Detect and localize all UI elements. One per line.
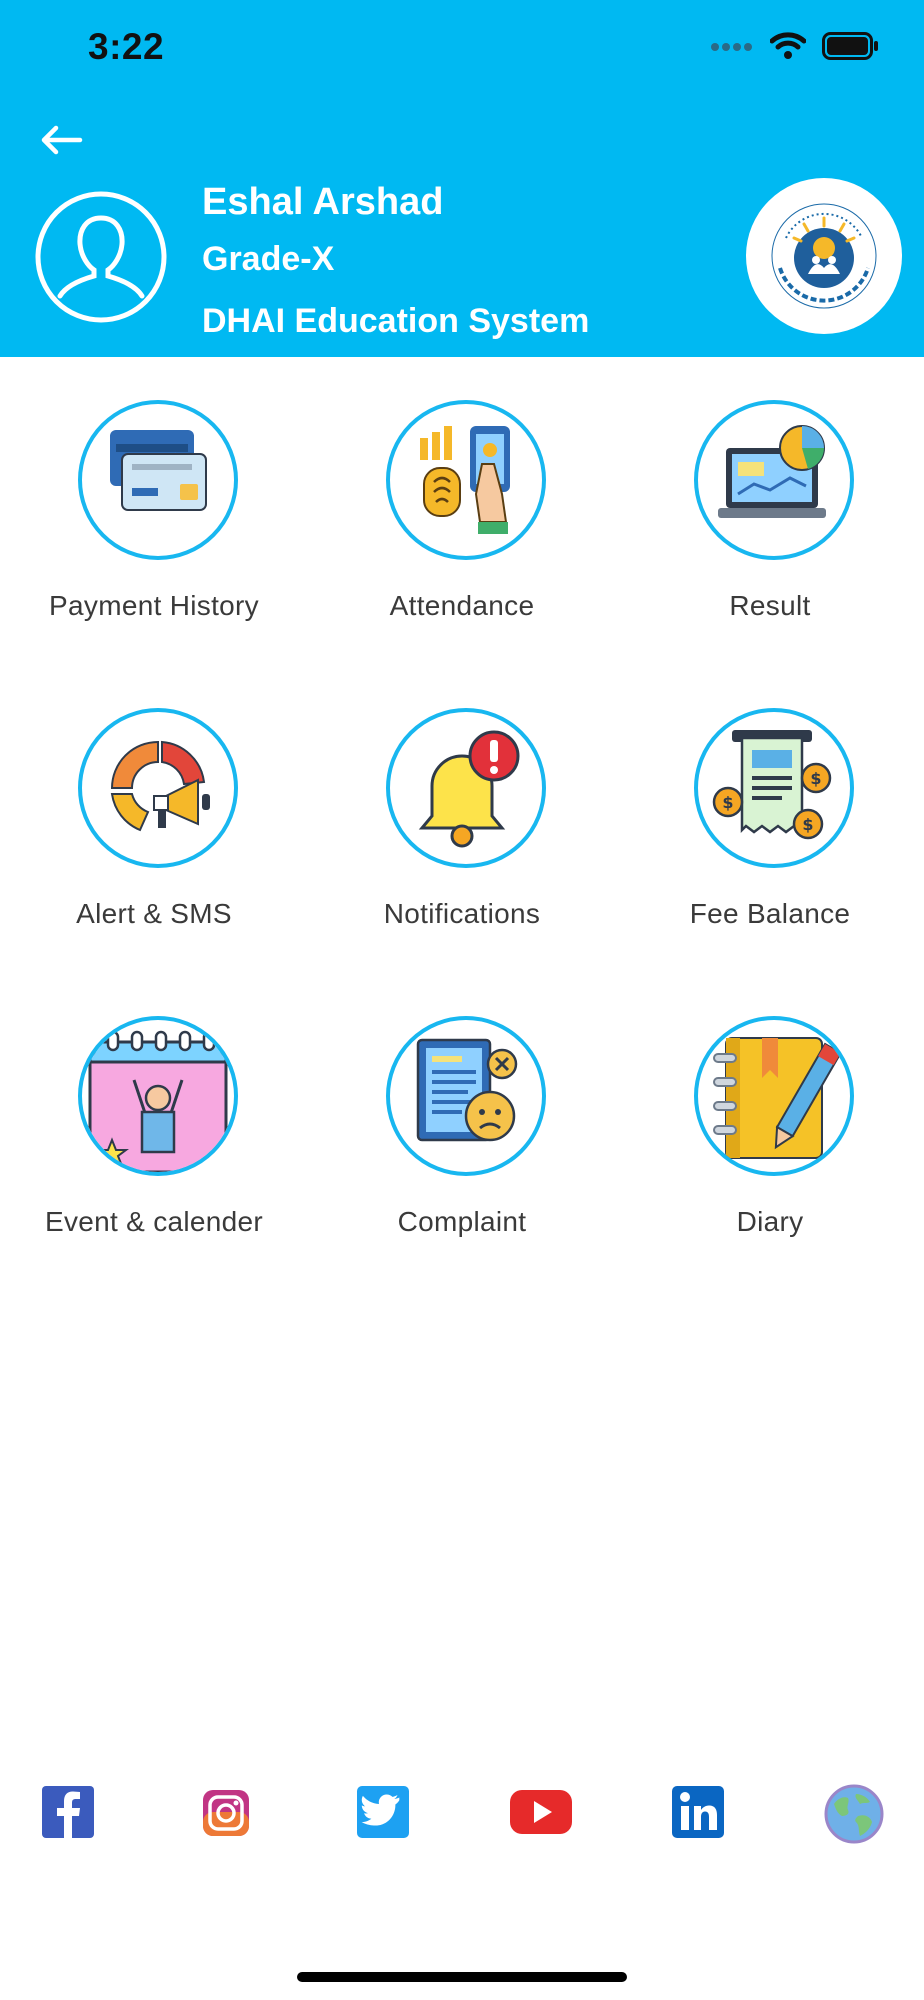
battery-icon (822, 32, 880, 65)
menu-item-notifications[interactable]: Notifications (308, 708, 616, 968)
menu-item-result[interactable]: Result (616, 400, 924, 660)
alert-sms-icon (110, 740, 210, 832)
menu-item-diary[interactable]: Diary (616, 1016, 924, 1276)
profile-info: Eshal Arshad Grade-X DHAI Education Syst… (202, 176, 589, 352)
facebook-icon (42, 1786, 94, 1838)
youtube-icon (510, 1790, 572, 1834)
linkedin-icon (672, 1786, 724, 1838)
svg-text:$: $ (802, 815, 813, 834)
menu-label: Event & calender (44, 1206, 264, 1237)
linkedin-link[interactable] (668, 1782, 728, 1842)
menu-label: Payment History (49, 590, 259, 621)
instagram-icon (203, 1790, 249, 1836)
attendance-icon (420, 426, 510, 534)
fee-balance-icon: $ $ $ (712, 730, 832, 840)
signal-icon (710, 40, 754, 58)
home-indicator[interactable] (297, 1972, 627, 1982)
complaint-icon (416, 1038, 518, 1142)
menu-label: Fee Balance (689, 898, 851, 929)
avatar[interactable] (34, 190, 168, 324)
menu-label: Alert & SMS (76, 898, 232, 929)
menu-item-attendance[interactable]: Attendance (308, 400, 616, 660)
instagram-link[interactable] (195, 1782, 255, 1842)
notifications-icon (418, 730, 520, 848)
school-logo (746, 178, 902, 334)
menu-item-complaint[interactable]: Complaint (308, 1016, 616, 1276)
website-globe-icon (824, 1784, 884, 1844)
diary-icon (713, 1037, 843, 1159)
wifi-icon (769, 32, 807, 65)
status-icons (710, 32, 880, 65)
twitter-icon (357, 1786, 409, 1838)
user-avatar-icon (35, 191, 167, 323)
social-links-bar (0, 1782, 924, 1846)
student-name: Eshal Arshad (202, 181, 444, 223)
school-logo-icon (771, 203, 877, 309)
status-time: 3:22 (88, 26, 165, 67)
website-link[interactable] (824, 1782, 884, 1844)
result-icon (718, 425, 826, 518)
menu-label: Complaint (397, 1206, 527, 1237)
back-button[interactable] (36, 118, 88, 162)
event-calendar-icon (88, 1030, 228, 1172)
student-grade: Grade-X (202, 240, 335, 278)
school-name: DHAI Education System (202, 302, 590, 340)
menu-label: Diary (736, 1206, 804, 1237)
menu-label: Attendance (389, 590, 535, 621)
menu-item-alert-sms[interactable]: Alert & SMS (0, 708, 308, 968)
menu-label: Notifications (383, 898, 541, 929)
payment-history-icon (110, 430, 207, 511)
svg-text:$: $ (722, 793, 733, 812)
menu-item-fee-balance[interactable]: $ $ $ Fee Balance (616, 708, 924, 968)
back-arrow-icon (41, 125, 83, 155)
twitter-link[interactable] (353, 1782, 413, 1842)
facebook-link[interactable] (38, 1782, 98, 1842)
menu-item-payment-history[interactable]: Payment History (0, 400, 308, 660)
menu-item-event-calendar[interactable]: Event & calender (0, 1016, 308, 1276)
youtube-link[interactable] (508, 1782, 572, 1842)
svg-text:$: $ (810, 769, 821, 788)
menu-label: Result (729, 590, 811, 621)
profile-header: 3:22 Eshal Arshad Grade-X DHAI Education… (0, 0, 924, 357)
